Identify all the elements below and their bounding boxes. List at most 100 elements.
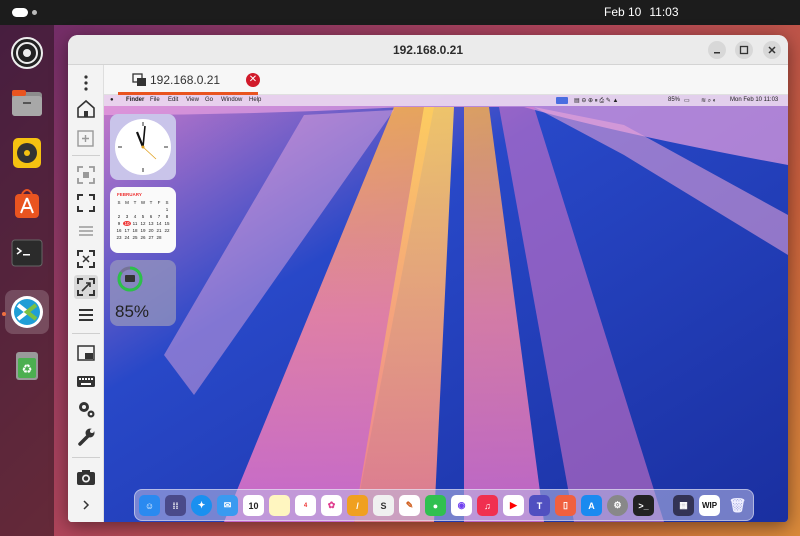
toolbar-new-connection-button[interactable]: [74, 125, 98, 149]
menu-help[interactable]: Help: [249, 97, 261, 103]
maximize-icon: [739, 45, 749, 55]
preview-icon[interactable]: ✎: [399, 495, 420, 516]
battery-icon[interactable]: ▭: [684, 97, 690, 104]
pages-icon[interactable]: /: [347, 495, 368, 516]
svg-text:♻: ♻: [22, 362, 33, 376]
workspace-pill: [12, 8, 28, 17]
messenger-icon[interactable]: ◉: [451, 495, 472, 516]
menu-finder[interactable]: Finder: [126, 97, 144, 103]
toolbar-scaled-mode-button[interactable]: [74, 247, 98, 271]
toolbar-menu-button[interactable]: [74, 71, 98, 95]
dock-rhythmbox[interactable]: [5, 131, 49, 175]
teams-icon[interactable]: T: [529, 495, 550, 516]
battery-widget[interactable]: 85%: [110, 260, 176, 326]
tab-close-button[interactable]: ✕: [246, 73, 260, 87]
minimize-icon: [714, 52, 720, 54]
window-icon: [77, 345, 95, 361]
toolbar-screenshot-button[interactable]: [74, 465, 98, 489]
menu-file[interactable]: File: [150, 97, 160, 103]
toolbar-separator: [72, 457, 100, 458]
toolbar-dynamic-resolution-button[interactable]: [74, 275, 98, 299]
dock-disk[interactable]: [5, 31, 49, 75]
calendar-day: 27: [148, 235, 154, 240]
battery-ring-icon: [117, 266, 143, 292]
messages-icon[interactable]: ●: [425, 495, 446, 516]
toolbar-separator: [72, 155, 100, 156]
notes-icon[interactable]: [269, 495, 290, 516]
iphone-mirroring-icon[interactable]: ▯: [555, 495, 576, 516]
calendar-day: 4: [133, 214, 137, 219]
toolbar-menu-list-button[interactable]: [74, 303, 98, 327]
dock-app-center[interactable]: [5, 181, 49, 225]
minimize-button[interactable]: [708, 41, 726, 59]
finder-icon[interactable]: ☺: [139, 495, 160, 516]
toolbar-keyboard-button[interactable]: [74, 369, 98, 393]
menu-view[interactable]: View: [186, 97, 199, 103]
launchpad-icon[interactable]: ⁞⁞: [165, 495, 186, 516]
terminal-app-icon[interactable]: >_: [633, 495, 654, 516]
tab-label: 192.168.0.21: [150, 73, 221, 87]
clock[interactable]: Feb 10 11:03: [604, 5, 687, 19]
calendar-day: [155, 207, 163, 212]
calendar-day: 25: [132, 235, 138, 240]
fullscreen-icon: [77, 194, 95, 212]
analog-clock-icon: [115, 119, 171, 175]
photos-icon[interactable]: ✿: [321, 495, 342, 516]
toolbar-switch-tab-button[interactable]: [74, 341, 98, 365]
macos-menu-bar: ● Finder File Edit View Go Window Help ▤…: [104, 95, 788, 106]
apple-menu-icon[interactable]: ●: [110, 97, 114, 103]
fit-window-icon: [77, 166, 95, 184]
macos-trash-icon[interactable]: 🗑: [727, 495, 748, 516]
disk-icon: [11, 37, 43, 69]
toolbar-multi-monitor-button[interactable]: [74, 219, 98, 243]
connection-tab[interactable]: 192.168.0.21 ✕: [118, 65, 260, 95]
remote-desktop-view[interactable]: ● Finder File Edit View Go Window Help ▤…: [104, 95, 788, 522]
status-icons[interactable]: ▤ ⊖ ⊕ ⏸ ⎙ ✎ ▲: [574, 97, 619, 105]
reminders-icon[interactable]: 4: [295, 495, 316, 516]
dock-terminal[interactable]: [5, 231, 49, 275]
script-editor-icon[interactable]: S: [373, 495, 394, 516]
clock-widget[interactable]: [110, 114, 176, 180]
calendar-day: 20: [148, 228, 154, 233]
system-settings-icon[interactable]: ⚙: [607, 495, 628, 516]
calendar-day: 7: [157, 214, 161, 219]
calendar-icon[interactable]: 10: [243, 495, 264, 516]
close-button[interactable]: [763, 41, 781, 59]
dock-remmina[interactable]: [5, 290, 49, 334]
keyboard-icon: [77, 376, 95, 387]
calendar-day: [123, 207, 131, 212]
calendar-day: 15: [164, 221, 170, 226]
gears-icon: [79, 402, 95, 418]
calendar-widget[interactable]: FEBRUARY S M T W T F S 1 2 3 4 5 6 7 8 9 10 11 12 13 14 15 16 1…: [110, 187, 176, 253]
toolbar-expand-button[interactable]: [74, 493, 98, 517]
battery-percent[interactable]: 85%: [668, 97, 680, 103]
activities-indicator[interactable]: [12, 8, 37, 17]
app-center-icon: [15, 189, 39, 218]
screen-share-icon[interactable]: [556, 97, 568, 104]
toolbar-fit-window-button[interactable]: [74, 163, 98, 187]
recent-window-icon[interactable]: ▦: [673, 495, 694, 516]
menu-clock[interactable]: Mon Feb 10 11:03: [730, 97, 778, 103]
files-icon: [12, 90, 42, 116]
calendar-day: 18: [132, 228, 138, 233]
calendar-day: 9: [117, 221, 121, 226]
music-icon[interactable]: ♫: [477, 495, 498, 516]
wifi-icon[interactable]: ≋ ⌕ ◐: [701, 97, 716, 105]
menu-edit[interactable]: Edit: [168, 97, 178, 103]
wip-folder-icon[interactable]: WIP: [699, 495, 720, 516]
dock-trash[interactable]: ♻: [5, 343, 49, 387]
maximize-button[interactable]: [735, 41, 753, 59]
calendar-weekday: T: [133, 200, 137, 205]
toolbar-preferences-button[interactable]: [74, 397, 98, 421]
toolbar-fullscreen-button[interactable]: [74, 191, 98, 215]
dock-files[interactable]: [5, 81, 49, 125]
safari-icon[interactable]: ✦: [191, 495, 212, 516]
toolbar-home-button[interactable]: [74, 97, 98, 121]
menu-go[interactable]: Go: [205, 97, 213, 103]
app-store-icon[interactable]: A: [581, 495, 602, 516]
mail-icon[interactable]: ✉: [217, 495, 238, 516]
toolbar-tools-button[interactable]: [74, 425, 98, 449]
menu-window[interactable]: Window: [221, 97, 242, 103]
title-bar[interactable]: 192.168.0.21: [68, 35, 788, 65]
youtube-icon[interactable]: ▶: [503, 495, 524, 516]
